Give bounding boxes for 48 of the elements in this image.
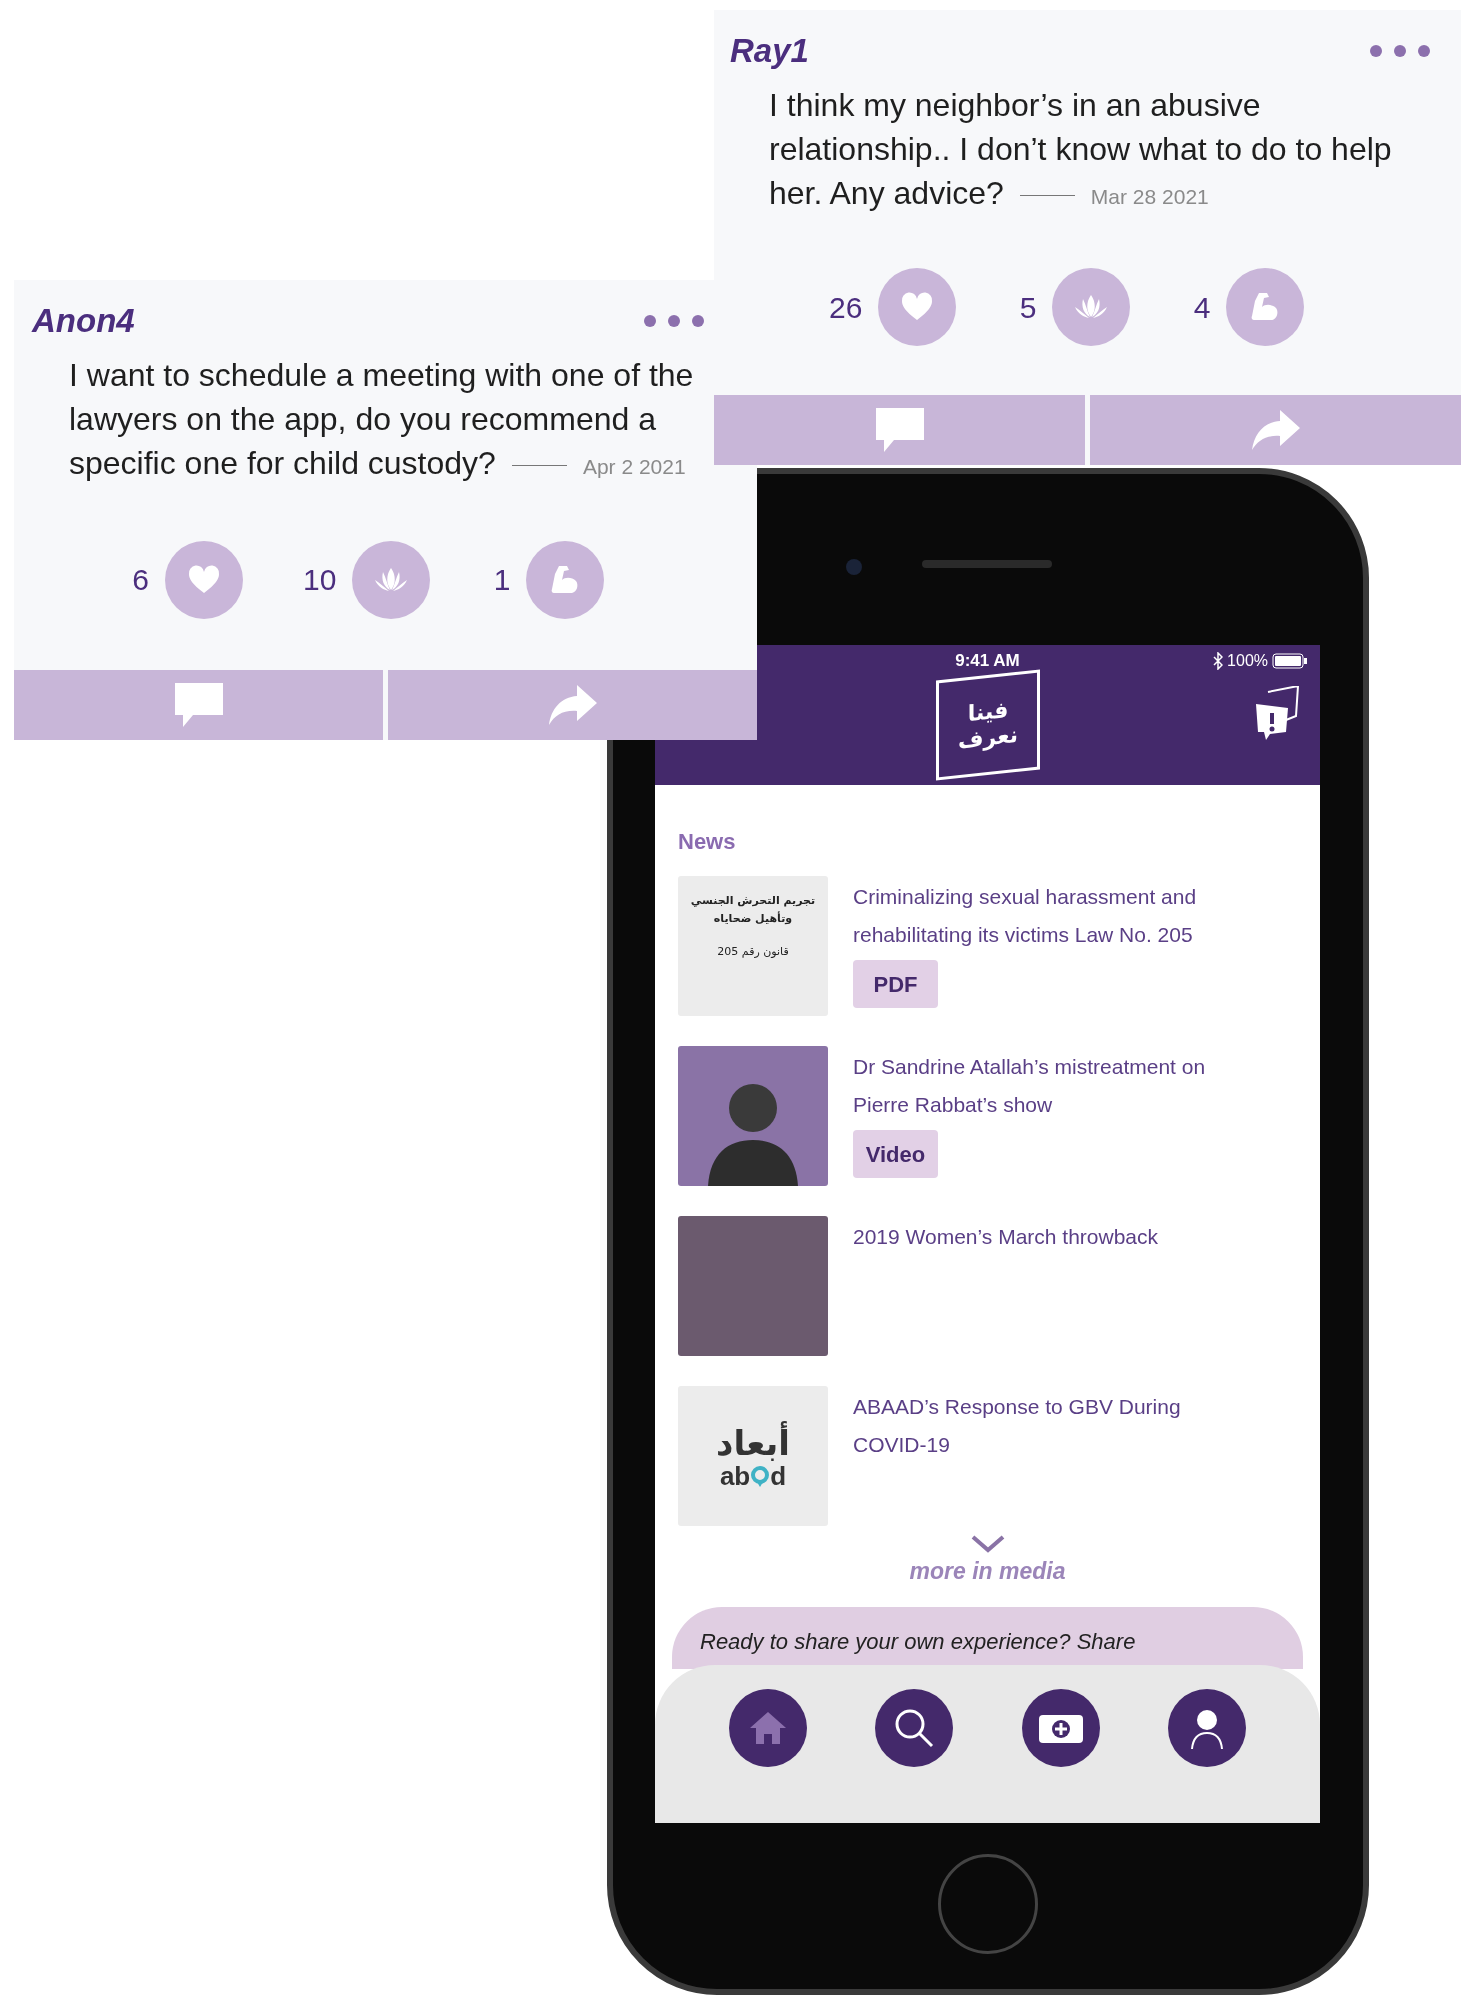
section-title: News [678,828,737,856]
reaction-count: 6 [131,562,149,598]
share-arrow-icon [1249,408,1302,452]
logo-latin-text: d [770,1463,787,1489]
media-type-badge: Video [853,1130,938,1178]
share-button[interactable] [388,670,757,740]
news-title[interactable]: 2019 Women’s March throwback [853,1218,1243,1256]
comment-button[interactable] [14,670,383,740]
post-date: Apr 2 2021 [582,455,686,478]
document-subtitle: قانون رقم 205 [717,944,789,960]
document-title: تجريم التحرش الجنسي [690,893,816,909]
battery-percentage: 100% [1227,651,1268,671]
post-author: Ray1 [730,34,809,67]
reaction-count: 4 [1192,289,1211,326]
reaction-count: 26 [829,289,863,326]
chevron-down-icon [969,1534,1006,1554]
more-options-icon[interactable] [643,313,705,328]
news-title[interactable]: Criminalizing sexual harassment and rehabilitating its victims Law No. 205 [853,878,1243,954]
share-prompt-text: Ready to share your own experience? Share [700,1628,1136,1654]
report-alert-icon[interactable] [1254,686,1302,742]
phone-camera-icon [846,559,862,575]
share-prompt-card[interactable]: Ready to share your own experience? Share [672,1606,1303,1669]
battery-icon [1272,653,1308,669]
home-button-icon [938,1854,1038,1954]
news-title[interactable]: ABAAD’s Response to GBV During COVID-19 [853,1388,1243,1464]
status-time: 9:41 AM [955,650,1020,673]
logo-text: فينا [967,696,1008,728]
comment-icon [873,406,926,454]
more-options-icon[interactable] [1369,43,1431,58]
bluetooth-icon [1213,652,1224,670]
post-date: Mar 28 2021 [1090,185,1209,208]
document-title: وتأهيل ضحاياه [713,910,793,927]
media-type-badge: PDF [853,960,938,1008]
comment-button[interactable] [714,395,1085,465]
logo-latin-text: ab [719,1463,751,1489]
phone-speaker-icon [922,560,1052,568]
reaction-count: 10 [303,562,337,598]
post-text: I think my neighbor’s in an abusive relationship.. I don’t know what to do to help her. Any advice? Mar 28 2021 [769,86,1393,213]
logo-arabic-text: أبعاد [716,1423,790,1463]
reaction-count: 5 [1018,289,1037,326]
post-text: I want to schedule a meeting with one of the lawyers on the app, do you recommend a specific one for child custody? Apr 2 2021 [69,356,695,483]
reaction-count: 1 [492,562,511,598]
share-arrow-icon [546,683,599,727]
post-author: Anon4 [32,304,135,337]
news-title[interactable]: Dr Sandrine Atallah’s mistreatment on Pierre Rabbat’s show [853,1048,1243,1124]
drop-icon [750,1464,771,1488]
comment-icon [172,681,225,729]
share-button[interactable] [1090,395,1461,465]
